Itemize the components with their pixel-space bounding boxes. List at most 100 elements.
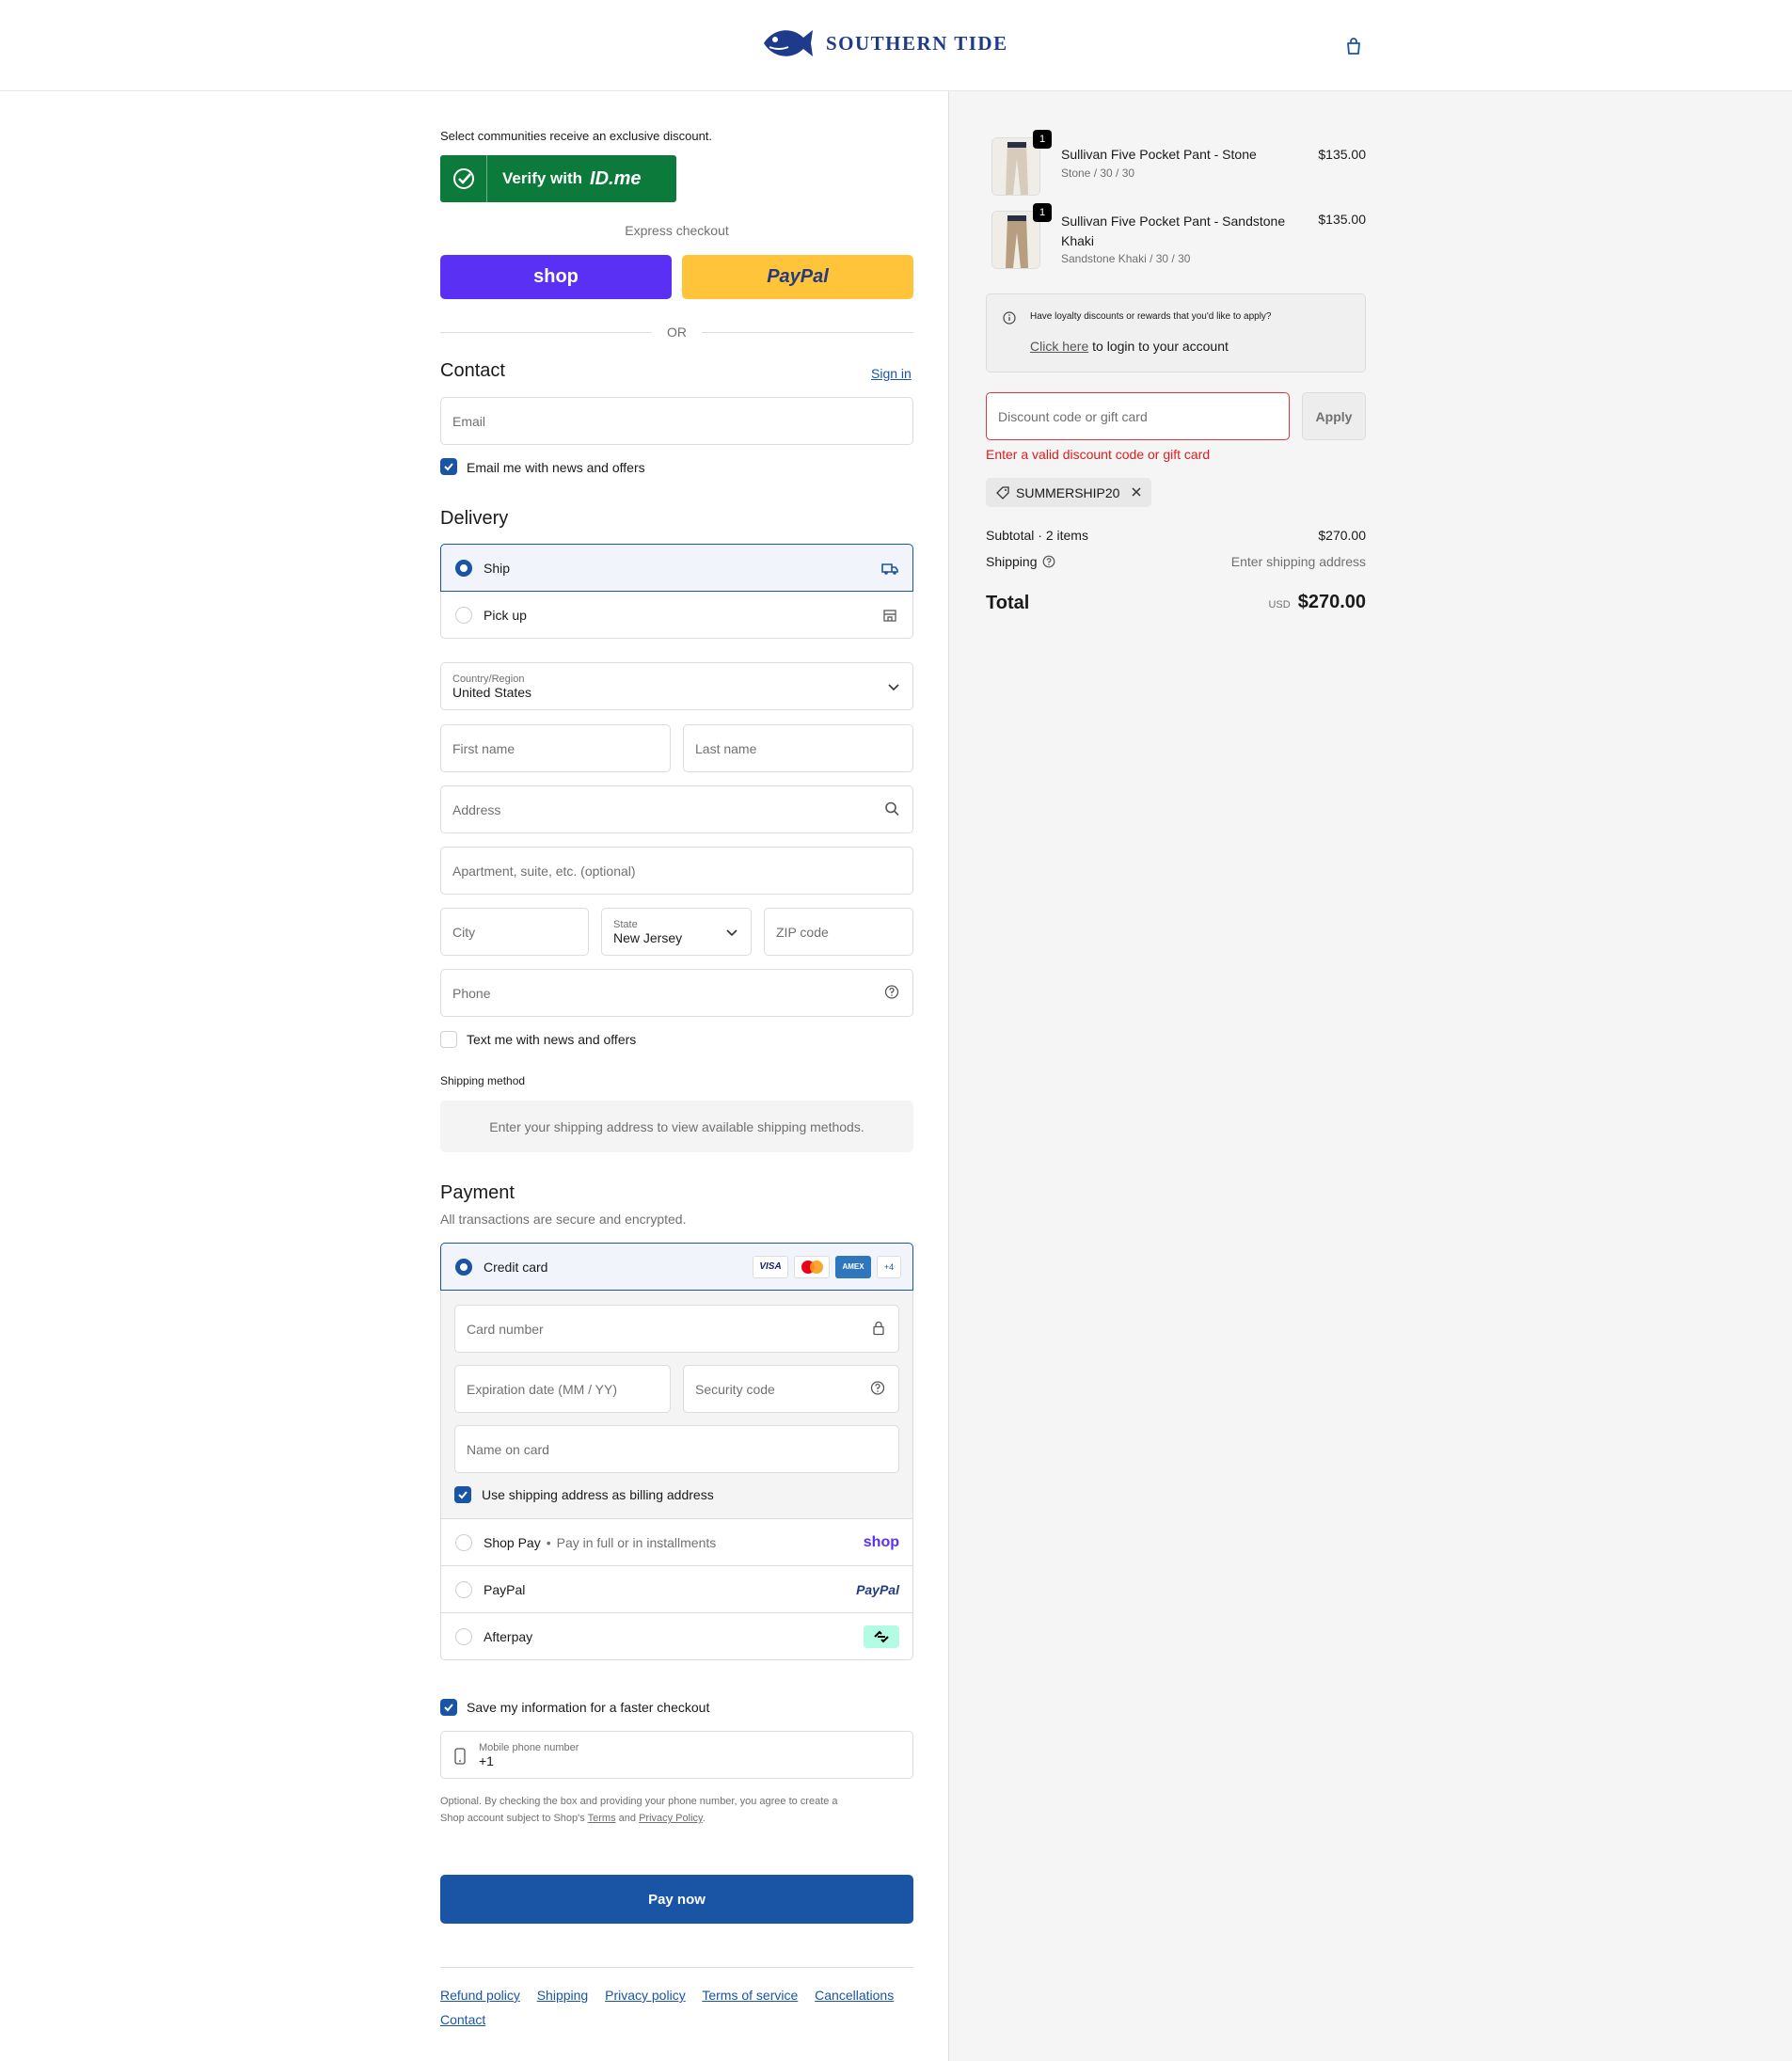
product-price: $135.00 xyxy=(1318,212,1366,227)
discount-code-placeholder: Discount code or gift card xyxy=(998,408,1148,424)
amex-icon: AMEX xyxy=(835,1255,871,1278)
footer-links: Refund policy Shipping Privacy policy Te… xyxy=(440,1983,929,2032)
text-news-checkbox[interactable] xyxy=(440,1031,457,1048)
address-field[interactable]: Address xyxy=(440,785,913,833)
remove-discount-icon[interactable] xyxy=(1131,485,1142,500)
shop-terms-link[interactable]: Terms xyxy=(588,1813,616,1824)
pickup-option[interactable]: Pick up xyxy=(440,592,913,639)
refund-policy-link[interactable]: Refund policy xyxy=(440,1988,520,2003)
name-on-card-field[interactable]: Name on card xyxy=(454,1425,899,1473)
paypal-option[interactable]: PayPal PayPal xyxy=(440,1566,913,1613)
delivery-heading: Delivery xyxy=(440,508,509,529)
email-news-label: Email me with news and offers xyxy=(467,460,645,475)
more-cards-badge: +4 xyxy=(877,1255,901,1278)
legal-line-2: Shop account subject to Shop's Terms and… xyxy=(440,1810,913,1827)
billing-address-checkbox[interactable] xyxy=(454,1486,471,1503)
ship-option[interactable]: Ship xyxy=(440,544,913,592)
product-name: Sullivan Five Pocket Pant - Stone xyxy=(1061,147,1257,162)
cart-item: 1 Sullivan Five Pocket Pant - Stone Ston… xyxy=(986,130,1366,196)
email-news-checkbox[interactable] xyxy=(440,458,457,475)
loyalty-login-rest: to login to your account xyxy=(1092,339,1229,354)
first-name-field[interactable]: First name xyxy=(440,724,671,772)
discount-code-field[interactable]: Discount code or gift card xyxy=(986,392,1290,440)
city-placeholder: City xyxy=(452,924,476,940)
shipping-value: Enter shipping address xyxy=(1230,554,1366,569)
brand-name: SOUTHERN TIDE xyxy=(826,31,1008,55)
pickup-radio[interactable] xyxy=(455,606,472,624)
state-select[interactable]: State New Jersey xyxy=(601,908,752,956)
cancellations-link[interactable]: Cancellations xyxy=(815,1988,894,2003)
terms-of-service-link[interactable]: Terms of service xyxy=(702,1988,798,2003)
security-code-field[interactable]: Security code xyxy=(683,1365,899,1413)
contact-link[interactable]: Contact xyxy=(440,2012,485,2027)
bullet-separator: • xyxy=(546,1534,551,1550)
shop-pay-express-button[interactable]: shop xyxy=(440,255,672,299)
help-circle-icon[interactable] xyxy=(884,984,899,1002)
afterpay-option[interactable]: Afterpay xyxy=(440,1613,913,1660)
privacy-policy-link[interactable]: Privacy policy xyxy=(605,1988,686,2003)
afterpay-radio[interactable] xyxy=(455,1627,472,1645)
last-name-placeholder: Last name xyxy=(695,740,757,756)
or-label: OR xyxy=(667,325,687,340)
subtotal-value: $270.00 xyxy=(1318,528,1366,543)
mobile-phone-value: +1 xyxy=(479,1752,494,1768)
product-name-line-1: Sullivan Five Pocket Pant - Sandstone xyxy=(1061,214,1286,229)
chevron-down-icon xyxy=(726,925,737,940)
mobile-phone-field[interactable]: Mobile phone number +1 xyxy=(440,1731,913,1779)
ship-radio[interactable] xyxy=(455,559,472,577)
paypal-radio[interactable] xyxy=(455,1580,472,1598)
product-name: Sullivan Five Pocket Pant - Sandstone Kh… xyxy=(1061,212,1285,251)
shipping-label: Shipping xyxy=(986,554,1038,569)
shop-pay-note: Pay in full or in installments xyxy=(556,1534,717,1550)
country-value: United States xyxy=(452,684,532,700)
contact-heading: Contact xyxy=(440,360,505,381)
help-circle-icon[interactable] xyxy=(1042,555,1055,568)
brand-logo[interactable]: SOUTHERN TIDE xyxy=(760,21,1008,66)
visa-icon: VISA xyxy=(753,1255,788,1278)
idme-logo: ID.me xyxy=(590,167,642,189)
product-variant: Sandstone Khaki / 30 / 30 xyxy=(1061,252,1191,265)
last-name-field[interactable]: Last name xyxy=(683,724,913,772)
expiration-field[interactable]: Expiration date (MM / YY) xyxy=(454,1365,671,1413)
cart-icon[interactable] xyxy=(1344,37,1363,60)
loyalty-click-here-link[interactable]: Click here xyxy=(1030,339,1088,354)
discount-error: Enter a valid discount code or gift card xyxy=(986,447,1211,462)
shop-pay-logo: shop xyxy=(863,1533,899,1550)
shop-pay-radio[interactable] xyxy=(455,1533,472,1551)
cart-item: 1 Sullivan Five Pocket Pant - Sandstone … xyxy=(986,203,1366,269)
paypal-express-button[interactable]: PayPal xyxy=(682,255,913,299)
subtotal-label: Subtotal · 2 items xyxy=(986,528,1088,543)
loyalty-question: Have loyalty discounts or rewards that y… xyxy=(1030,311,1272,322)
state-label: State xyxy=(613,918,638,930)
name-on-card-placeholder: Name on card xyxy=(467,1441,549,1457)
shop-privacy-link[interactable]: Privacy Policy xyxy=(639,1813,703,1824)
apply-discount-button[interactable]: Apply xyxy=(1302,392,1366,440)
expiration-placeholder: Expiration date (MM / YY) xyxy=(467,1381,618,1397)
mastercard-icon xyxy=(794,1255,830,1278)
store-icon xyxy=(883,609,896,622)
shipping-policy-link[interactable]: Shipping xyxy=(537,1988,589,2003)
card-number-field[interactable]: Card number xyxy=(454,1305,899,1353)
shipping-method-note-text: Enter your shipping address to view avai… xyxy=(489,1118,864,1134)
save-info-checkbox[interactable] xyxy=(440,1699,457,1716)
shop-legal-text: Optional. By checking the box and provid… xyxy=(440,1793,913,1827)
help-circle-icon[interactable] xyxy=(870,1380,885,1398)
total-row: USD $270.00 xyxy=(1268,592,1366,613)
credit-card-radio[interactable] xyxy=(455,1258,472,1276)
city-field[interactable]: City xyxy=(440,908,589,956)
product-name-line-2: Khaki xyxy=(1061,233,1095,248)
express-checkout-title: Express checkout xyxy=(625,223,729,238)
shop-pay-option[interactable]: Shop Pay • Pay in full or in installment… xyxy=(440,1519,913,1566)
zip-field[interactable]: ZIP code xyxy=(764,908,913,956)
legal-line-2-text: Shop account subject to Shop's xyxy=(440,1813,585,1824)
idme-verify-button[interactable]: Verify with ID.me xyxy=(440,155,676,202)
country-select[interactable]: Country/Region United States xyxy=(440,662,913,710)
sign-in-link[interactable]: Sign in xyxy=(871,366,912,381)
apartment-field[interactable]: Apartment, suite, etc. (optional) xyxy=(440,847,913,895)
check-icon xyxy=(458,1491,468,1499)
credit-card-option[interactable]: Credit card VISA AMEX +4 xyxy=(440,1243,913,1291)
phone-field[interactable]: Phone xyxy=(440,969,913,1017)
pay-now-button[interactable]: Pay now xyxy=(440,1875,913,1924)
email-field[interactable]: Email xyxy=(440,397,913,445)
shop-pay-logo: shop xyxy=(533,266,579,287)
